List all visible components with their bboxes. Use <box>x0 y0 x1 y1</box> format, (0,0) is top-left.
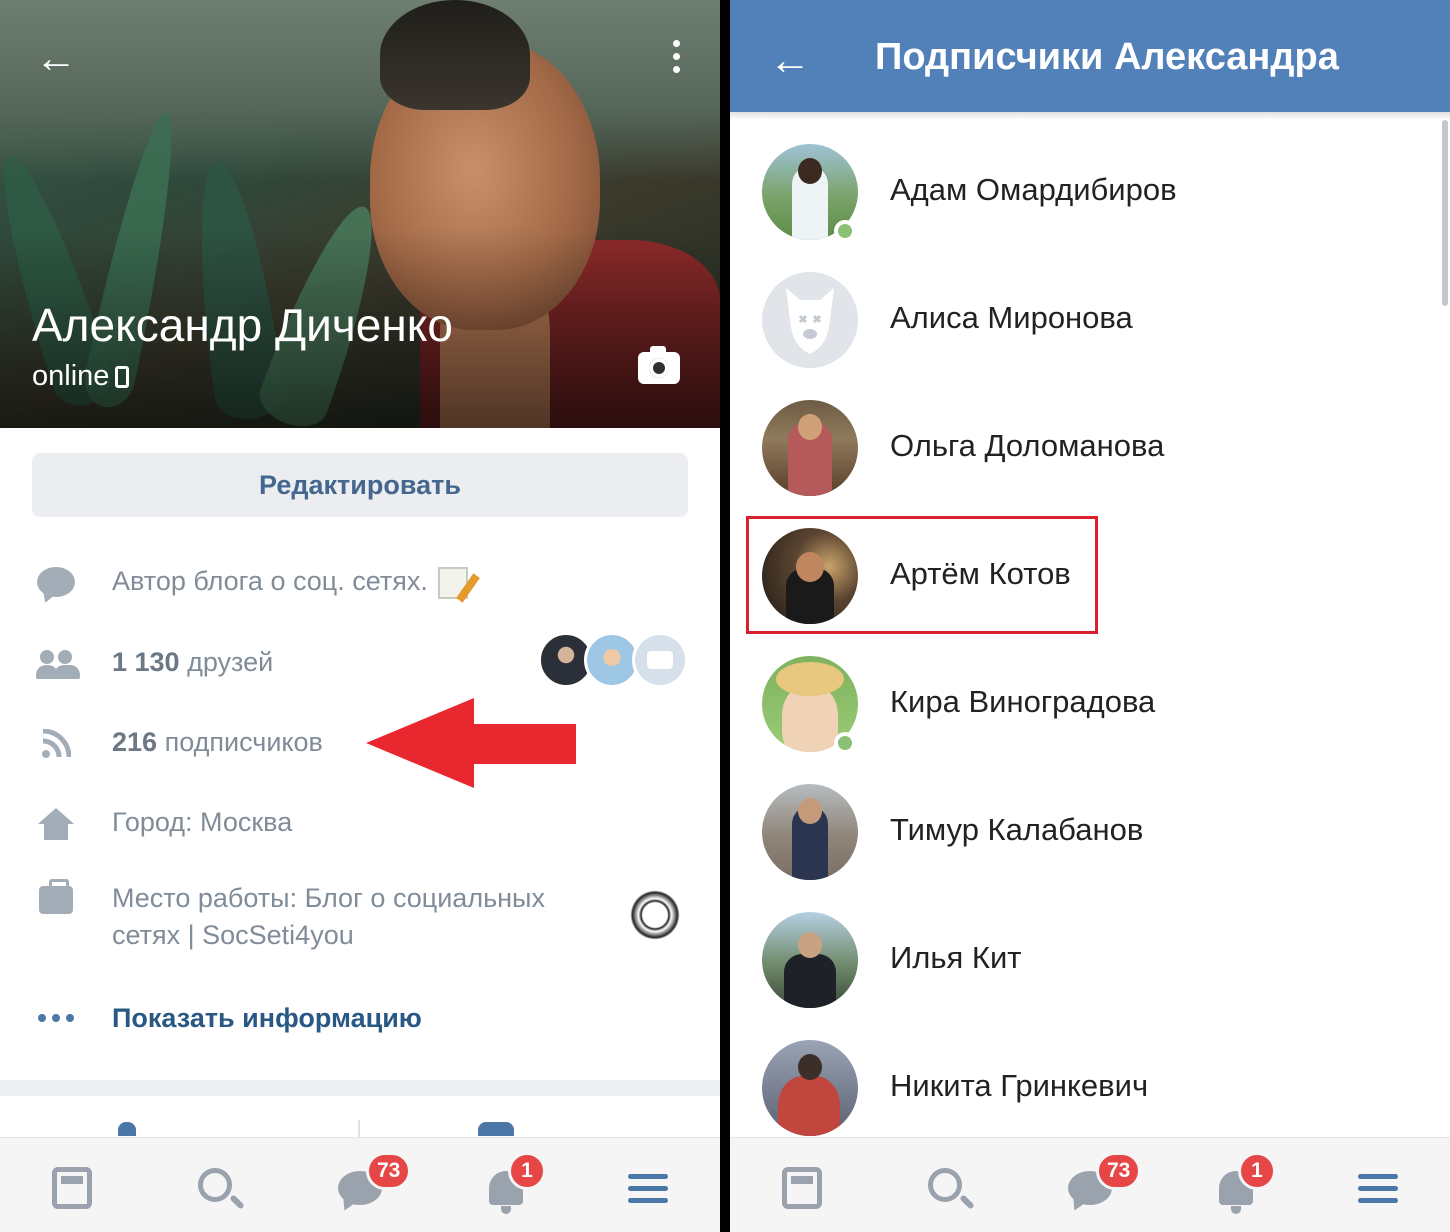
info-about-row: Автор блога о соц. сетях. <box>0 560 720 604</box>
news-icon[interactable] <box>774 1160 830 1216</box>
bottom-navigation: 73 1 <box>730 1137 1450 1232</box>
avatar <box>762 912 858 1008</box>
header-shadow <box>730 112 1450 120</box>
list-item[interactable]: Алиса Миронова <box>730 256 1450 384</box>
edit-profile-button[interactable]: Редактировать <box>32 453 688 517</box>
list-item[interactable]: Адам Омардибиров <box>730 128 1450 256</box>
memo-emoji-icon <box>437 566 468 599</box>
avatar-head <box>798 158 822 184</box>
subscriber-name: Алиса Миронова <box>890 300 1133 335</box>
followers-count-number: 216 <box>112 727 158 757</box>
profile-screen: ← Александр Диченко online Редактировать… <box>0 0 720 1232</box>
more-vertical-icon[interactable] <box>660 36 692 76</box>
avatar-head <box>798 798 822 824</box>
info-about: Автор блога о соц. сетях. <box>112 563 468 600</box>
camera-icon[interactable] <box>636 346 682 388</box>
friends-count-number: 1 130 <box>112 647 180 677</box>
subscriber-name: Ольга Доломанова <box>890 428 1165 463</box>
search-icon[interactable] <box>190 1160 246 1216</box>
friends-label: друзей <box>187 647 274 677</box>
deactivated-dog-icon <box>786 288 834 354</box>
rss-icon <box>36 724 76 764</box>
annotation-highlight-box <box>746 516 1098 634</box>
avatar-figure <box>778 1076 840 1136</box>
mobile-phone-icon <box>115 365 130 388</box>
show-info-label: Показать информацию <box>112 1003 422 1033</box>
avatar <box>762 784 858 880</box>
work-line-1: Место работы: Блог о социальных <box>112 883 545 913</box>
dots-icon <box>36 998 76 1038</box>
avatar <box>762 400 858 496</box>
app-header: ← Подписчики Александра <box>730 0 1450 112</box>
friends-count[interactable]: 1 130 друзей <box>112 644 273 681</box>
online-indicator <box>834 220 856 242</box>
menu-icon[interactable] <box>620 1160 676 1216</box>
list-item[interactable]: Кира Виноградова <box>730 640 1450 768</box>
cover-person-hair <box>380 0 530 110</box>
list-item[interactable]: Тимур Калабанов <box>730 768 1450 896</box>
list-item[interactable]: Илья Кит <box>730 896 1450 1024</box>
chat-bubble-icon <box>36 562 76 602</box>
bottom-navigation: 73 1 <box>0 1137 720 1232</box>
subscriber-name: Тимур Калабанов <box>890 812 1144 847</box>
online-status-text: online <box>32 360 110 392</box>
avatar-head <box>798 932 822 958</box>
show-info-link[interactable]: Показать информацию <box>112 1000 422 1037</box>
avatar-head <box>798 1054 822 1080</box>
friend-avatars[interactable] <box>538 632 690 690</box>
work-line-2: сетях | SocSeti4you <box>112 920 354 950</box>
news-icon[interactable] <box>44 1160 100 1216</box>
work-text[interactable]: Место работы: Блог о социальных сетях | … <box>112 880 545 954</box>
notifications-badge: 1 <box>508 1152 546 1190</box>
menu-icon[interactable] <box>1350 1160 1406 1216</box>
partial-action-row <box>0 1096 720 1136</box>
list-item[interactable]: Ольга Доломанова <box>730 384 1450 512</box>
subscriber-name: Никита Гринкевич <box>890 1068 1149 1103</box>
info-city-row: Город: Москва <box>0 802 720 846</box>
followers-count[interactable]: 216 подписчиков <box>112 724 323 761</box>
avatar <box>632 632 688 688</box>
avatar <box>762 1040 858 1136</box>
messages-badge: 73 <box>1096 1152 1142 1190</box>
section-divider <box>0 1080 720 1096</box>
profile-name: Александр Диченко <box>32 299 453 351</box>
show-info-row[interactable]: Показать информацию <box>0 998 720 1042</box>
online-indicator <box>834 732 856 754</box>
page-title: Подписчики Александра <box>875 36 1339 78</box>
subscriber-name: Кира Виноградова <box>890 684 1156 719</box>
avatar <box>762 272 858 368</box>
about-text: Автор блога о соц. сетях. <box>112 566 428 596</box>
camera-placeholder-icon <box>647 651 673 669</box>
info-followers-row[interactable]: 216 подписчиков <box>0 722 720 766</box>
partial-icon <box>478 1122 514 1136</box>
home-icon <box>36 804 76 844</box>
annotation-arrow <box>366 698 576 788</box>
back-arrow-icon[interactable]: ← <box>28 30 84 86</box>
messages-badge: 73 <box>366 1152 412 1190</box>
friends-icon <box>36 644 80 684</box>
avatar-head <box>798 414 822 440</box>
partial-icon <box>118 1122 136 1136</box>
city-text: Город: Москва <box>112 807 293 837</box>
notifications-badge: 1 <box>1238 1152 1276 1190</box>
work-group-logo[interactable] <box>626 886 684 944</box>
subscriber-name: Адам Омардибиров <box>890 172 1177 207</box>
back-arrow-icon[interactable]: ← <box>762 32 818 88</box>
briefcase-icon <box>36 879 76 920</box>
subscriber-name: Илья Кит <box>890 940 1022 975</box>
avatar-figure <box>784 954 836 1008</box>
followers-label: подписчиков <box>164 727 323 757</box>
avatar-head <box>776 662 844 696</box>
profile-status: online <box>32 360 130 393</box>
search-icon[interactable] <box>920 1160 976 1216</box>
subscribers-screen: ← Подписчики Александра Адам Омардибиров… <box>730 0 1450 1232</box>
cover-background <box>0 0 720 180</box>
list-item[interactable]: Никита Гринкевич <box>730 1024 1450 1152</box>
info-work-row[interactable]: Место работы: Блог о социальных сетях | … <box>0 878 720 958</box>
